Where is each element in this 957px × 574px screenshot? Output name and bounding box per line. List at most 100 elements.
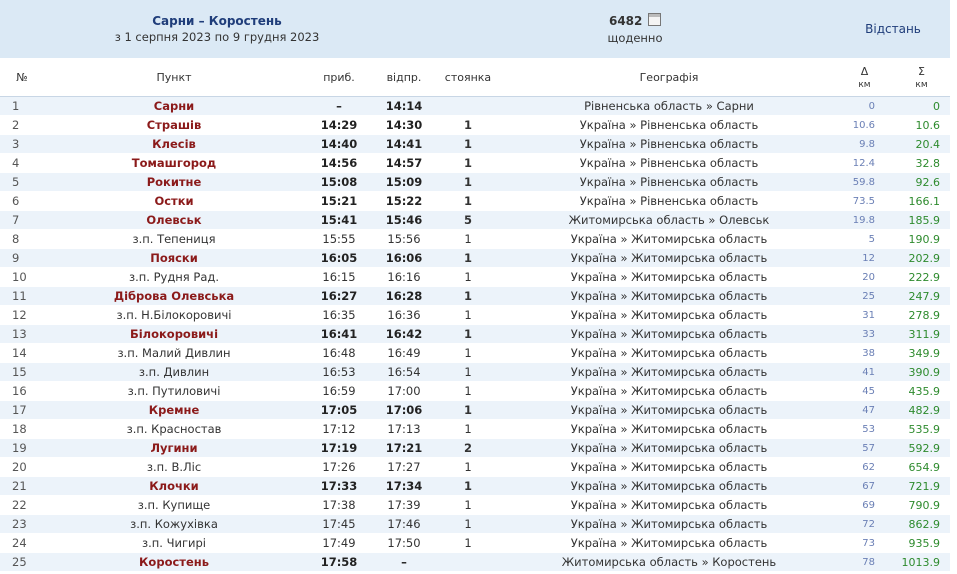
stop-number: 10	[0, 267, 44, 287]
stop-duration	[434, 96, 502, 116]
distance-delta: 45	[836, 381, 893, 401]
distance-sum: 92.6	[893, 172, 951, 192]
geography: Україна » Житомирська область	[502, 533, 836, 553]
stop-name[interactable]: Лугини	[44, 438, 304, 458]
stop-number: 22	[0, 495, 44, 515]
arrival-time: 14:29	[304, 115, 374, 135]
distance-delta: 57	[836, 438, 893, 458]
stop-number: 20	[0, 457, 44, 477]
stop-duration: 1	[434, 153, 502, 173]
train-frequency: щоденно	[607, 31, 663, 45]
stop-name[interactable]: Томашгород	[44, 153, 304, 173]
distance-delta: 73.5	[836, 191, 893, 211]
arrival-time: 14:40	[304, 134, 374, 154]
stop-name: з.п. Красностав	[44, 419, 304, 439]
stop-name[interactable]: Клочки	[44, 476, 304, 496]
geography: Україна » Житомирська область	[502, 495, 836, 515]
distance-sum: 654.9	[893, 457, 951, 477]
geography: Україна » Рівненська область	[502, 172, 836, 192]
stop-number: 8	[0, 229, 44, 249]
distance-delta: 67	[836, 476, 893, 496]
stop-number: 2	[0, 115, 44, 135]
table-row: 9 Пояски 16:05 16:06 1 Україна » Житомирська …	[0, 248, 951, 268]
distance-delta: 73	[836, 533, 893, 553]
distance-delta: 53	[836, 419, 893, 439]
arrival-time: 17:12	[304, 419, 374, 439]
departure-time: 17:06	[374, 400, 434, 420]
stop-name[interactable]: Клесів	[44, 134, 304, 154]
stop-name: з.п. Тепениця	[44, 229, 304, 249]
col-geography: Географія	[502, 58, 836, 97]
stop-duration: 1	[434, 134, 502, 154]
geography: Україна » Житомирська область	[502, 381, 836, 401]
geography: Житомирська область » Коростень	[502, 552, 836, 572]
geography: Україна » Житомирська область	[502, 267, 836, 287]
table-row: 4 Томашгород 14:56 14:57 1 Україна » Рівненсь…	[0, 153, 951, 173]
stop-number: 6	[0, 191, 44, 211]
table-row: 2 Страшів 14:29 14:30 1 Україна » Рівненська …	[0, 115, 951, 135]
stop-duration: 1	[434, 343, 502, 363]
stop-number: 4	[0, 153, 44, 173]
route-name: Сарни – Коростень	[152, 14, 282, 28]
departure-time: 14:14	[374, 96, 434, 116]
col-sum: Σ км	[893, 58, 951, 97]
stop-name[interactable]: Рокитне	[44, 172, 304, 192]
stop-duration: 1	[434, 400, 502, 420]
distance-delta: 69	[836, 495, 893, 515]
stop-number: 17	[0, 400, 44, 420]
table-row: 13 Білокоровичі 16:41 16:42 1 Україна » Житом…	[0, 324, 951, 344]
calendar-icon[interactable]	[648, 13, 662, 26]
departure-time: 16:06	[374, 248, 434, 268]
geography: Україна » Рівненська область	[502, 191, 836, 211]
arrival-time: 17:49	[304, 533, 374, 553]
departure-time: 15:46	[374, 210, 434, 230]
distance-delta: 5	[836, 229, 893, 249]
distance-header: Відстань	[836, 0, 951, 58]
distance-sum: 790.9	[893, 495, 951, 515]
stop-name[interactable]: Остки	[44, 191, 304, 211]
arrival-time: 15:41	[304, 210, 374, 230]
arrival-time: 16:05	[304, 248, 374, 268]
distance-sum: 592.9	[893, 438, 951, 458]
stop-name[interactable]: Кремне	[44, 400, 304, 420]
distance-delta: 62	[836, 457, 893, 477]
timetable-panel: Сарни – Коростень з 1 серпня 2023 по 9 г…	[0, 0, 951, 572]
arrival-time: 15:21	[304, 191, 374, 211]
stop-number: 24	[0, 533, 44, 553]
geography: Україна » Житомирська область	[502, 305, 836, 325]
arrival-time: 17:38	[304, 495, 374, 515]
arrival-time: –	[304, 96, 374, 116]
geography: Житомирська область » Олевськ	[502, 210, 836, 230]
stop-name[interactable]: Олевськ	[44, 210, 304, 230]
distance-delta: 10.6	[836, 115, 893, 135]
table-row: 25 Коростень 17:58– Житомирська область » К…	[0, 552, 951, 572]
stop-name[interactable]: Пояски	[44, 248, 304, 268]
stop-number: 18	[0, 419, 44, 439]
distance-sum: 935.9	[893, 533, 951, 553]
stop-name: з.п. Рудня Рад.	[44, 267, 304, 287]
distance-delta: 12.4	[836, 153, 893, 173]
stop-duration: 1	[434, 457, 502, 477]
table-row: 19 Лугини 17:19 17:21 2 Україна » Житомирська…	[0, 438, 951, 458]
arrival-time: 17:33	[304, 476, 374, 496]
distance-delta: 38	[836, 343, 893, 363]
stop-name[interactable]: Страшів	[44, 115, 304, 135]
stop-name[interactable]: Білокоровичі	[44, 324, 304, 344]
distance-delta: 12	[836, 248, 893, 268]
arrival-time: 14:56	[304, 153, 374, 173]
geography: Україна » Житомирська область	[502, 248, 836, 268]
stop-name[interactable]: Діброва Олевська	[44, 286, 304, 306]
stop-name[interactable]: Сарни	[44, 96, 304, 116]
table-row: 22 з.п. Купище 17:38 17:39 1 Україна » Житоми…	[0, 495, 951, 515]
stop-name: з.п. Кожухівка	[44, 514, 304, 534]
stop-duration: 1	[434, 362, 502, 382]
route-info: Сарни – Коростень з 1 серпня 2023 по 9 г…	[0, 0, 434, 58]
route-period: з 1 серпня 2023 по 9 грудня 2023	[114, 30, 320, 44]
geography: Україна » Житомирська область	[502, 286, 836, 306]
arrival-time: 17:26	[304, 457, 374, 477]
distance-delta: 33	[836, 324, 893, 344]
stop-name: з.п. В.Ліс	[44, 457, 304, 477]
distance-sum: 349.9	[893, 343, 951, 363]
stop-name[interactable]: Коростень	[44, 552, 304, 572]
geography: Україна » Рівненська область	[502, 153, 836, 173]
